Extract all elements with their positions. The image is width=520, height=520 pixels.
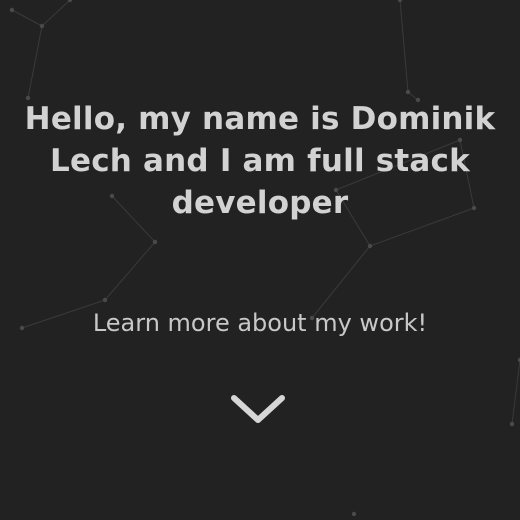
hero-section: Hello, my name is Dominik Lech and I am … <box>0 0 520 520</box>
network-line <box>27 25 43 99</box>
network-line <box>511 359 520 425</box>
chevron-down-icon <box>231 395 285 423</box>
network-node <box>9 7 15 13</box>
network-node <box>367 243 373 249</box>
network-line <box>399 0 409 93</box>
hero-subtitle: Learn more about my work! <box>92 309 428 337</box>
network-node <box>351 511 357 517</box>
network-node <box>152 239 158 245</box>
network-node <box>509 421 515 427</box>
particle-network-background <box>9 0 520 517</box>
network-node <box>405 89 411 95</box>
network-line <box>11 9 43 27</box>
scroll-down-button[interactable] <box>228 388 288 432</box>
network-line <box>104 241 156 301</box>
hero-headline: Hello, my name is Dominik Lech and I am … <box>24 101 496 221</box>
network-line <box>41 0 71 27</box>
network-node <box>102 297 108 303</box>
network-node <box>397 0 403 3</box>
network-node <box>39 23 45 29</box>
